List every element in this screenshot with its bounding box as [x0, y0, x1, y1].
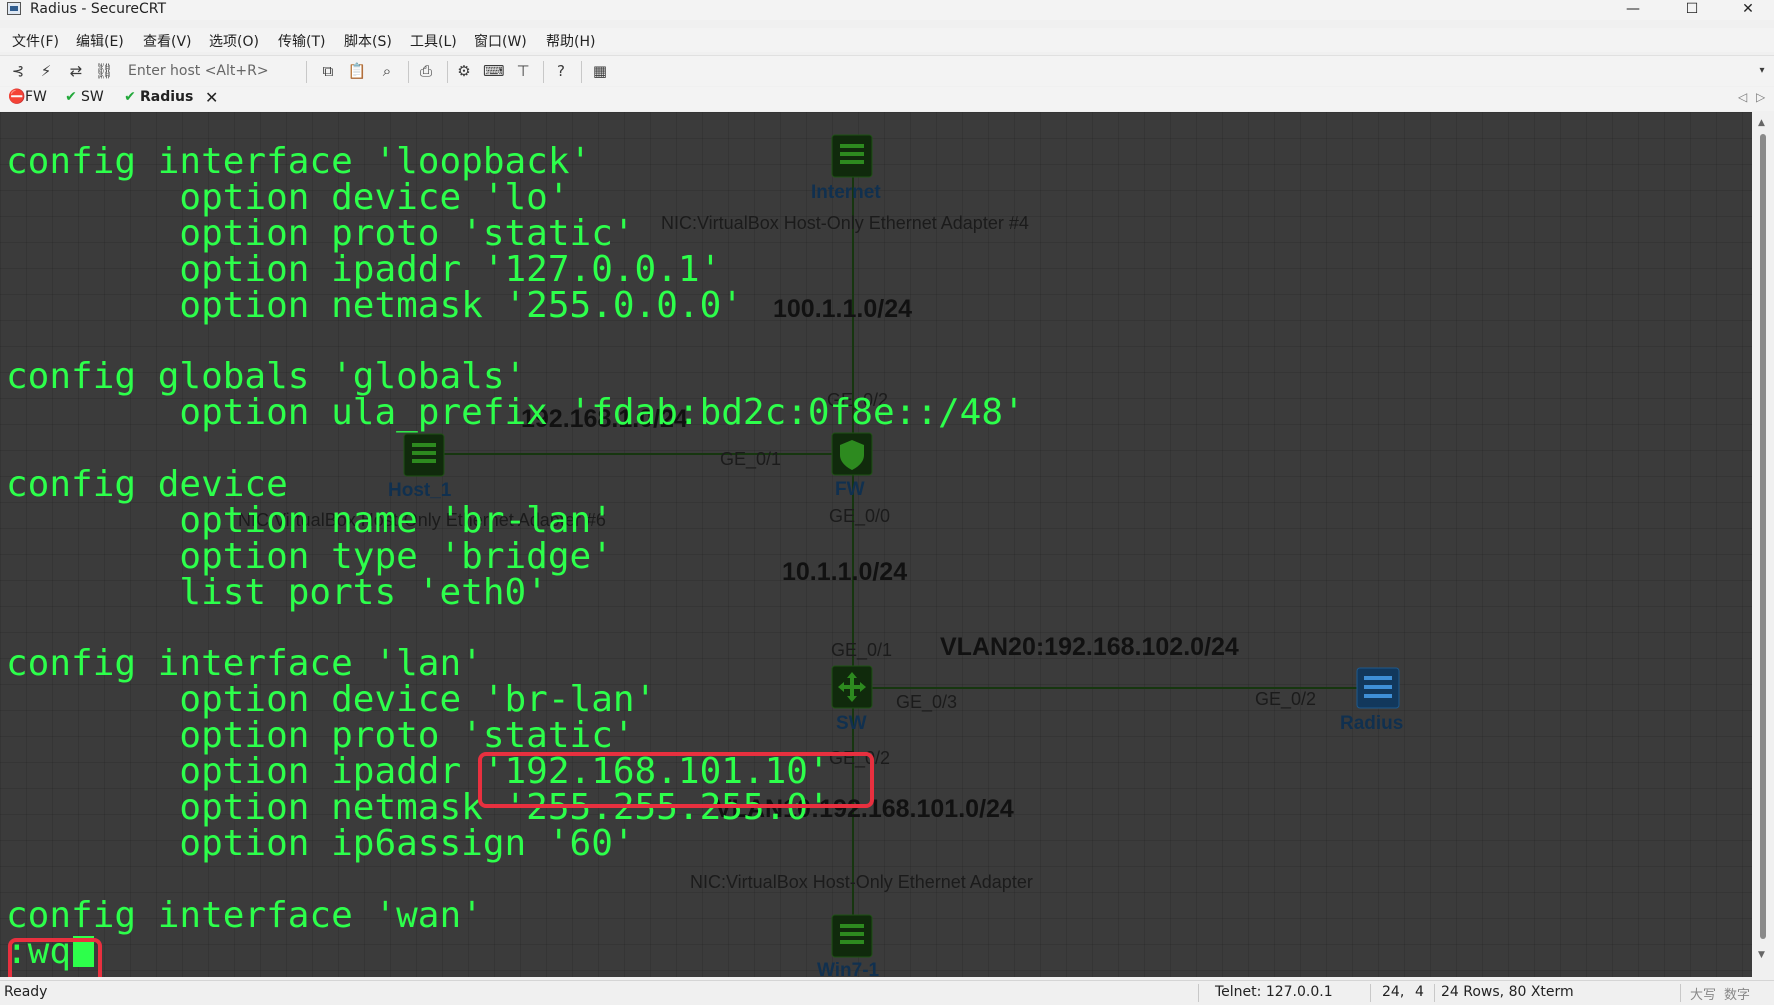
toolbar-divider	[447, 61, 448, 83]
quick-connect-icon[interactable]: ⚡	[36, 62, 56, 80]
toolbar-divider	[306, 61, 307, 83]
tab-scroll-right-icon[interactable]: ▷	[1756, 90, 1765, 104]
menu-file[interactable]: 文件(F)	[12, 31, 59, 51]
status-cursor-col: 4	[1415, 984, 1424, 1000]
window-title: Radius - SecureCRT	[30, 1, 167, 17]
menu-bar: 文件(F) 编辑(E) 查看(V) 选项(O) 传输(T) 脚本(S) 工具(L…	[0, 28, 1774, 52]
tab-radius[interactable]: ✔ Radius	[123, 89, 193, 109]
tab-sw[interactable]: ✔ SW	[64, 89, 104, 109]
menu-view[interactable]: 查看(V)	[143, 31, 192, 51]
tab-fw-label: FW	[25, 89, 47, 105]
enter-host-input[interactable]	[122, 60, 298, 82]
keymap-icon[interactable]: ⌨	[483, 62, 505, 80]
menu-tools[interactable]: 工具(L)	[410, 31, 457, 51]
tab-fw[interactable]: ⛔FW	[8, 89, 47, 109]
tab-radius-label: Radius	[140, 89, 194, 105]
session-manager-icon[interactable]: ▦	[590, 62, 610, 80]
title-bar: Radius - SecureCRT — ☐ ✕	[0, 0, 1774, 20]
status-terminal-size: 24 Rows, 80 Xterm	[1441, 984, 1574, 1000]
scroll-down-icon[interactable]: ▼	[1758, 950, 1765, 960]
session-tab-bar: ⛔FW ✔ SW ✔ Radius ✕ ◁ ▷	[0, 87, 1774, 111]
settings-gear-icon[interactable]: ⚙	[454, 62, 474, 80]
connect-icon[interactable]: ⊰	[8, 62, 28, 80]
menu-script[interactable]: 脚本(S)	[344, 31, 392, 51]
status-num-lock: 数字	[1724, 988, 1751, 1003]
find-icon[interactable]: ⌕	[377, 62, 397, 80]
toolbar-overflow-icon[interactable]: ▾	[1752, 62, 1772, 80]
terminal-line: option device 'br-lan'	[6, 679, 657, 721]
status-divider	[1434, 984, 1435, 1002]
check-status-icon: ✔	[65, 89, 77, 105]
menu-transfer[interactable]: 传输(T)	[278, 31, 325, 51]
toolbar-divider	[408, 61, 409, 83]
radius-server-icon	[1356, 667, 1400, 709]
terminal-line: option netmask '255.0.0.0'	[6, 284, 743, 326]
toolbar-divider	[581, 61, 582, 83]
menu-edit[interactable]: 编辑(E)	[76, 31, 124, 51]
terminal-line: option ip6assign '60'	[6, 822, 635, 864]
command-line: :wq	[6, 933, 1025, 970]
toolbar-divider	[543, 61, 544, 83]
status-divider	[1370, 984, 1371, 1002]
terminal-output: config interface 'loopback' option devic…	[6, 141, 1025, 970]
securecrt-app-icon	[7, 2, 21, 15]
paste-icon[interactable]: 📋	[347, 62, 367, 80]
copy-icon[interactable]: ⧉	[318, 62, 338, 80]
terminal-line: option proto 'static'	[6, 715, 635, 757]
toolbar: ⊰ ⚡ ⇄ ⛓ ⧉ 📋 ⌕ ⎙ ⚙ ⌨ ⊤ ? ▦ ▾	[0, 55, 1774, 86]
terminal-line: config device	[6, 464, 288, 506]
help-icon[interactable]: ?	[551, 62, 571, 80]
error-status-icon: ⛔	[8, 89, 26, 105]
menu-options[interactable]: 选项(O)	[209, 31, 259, 51]
terminal-line: option name 'br-lan'	[6, 499, 613, 541]
check-status-icon: ✔	[124, 89, 136, 105]
maximize-button[interactable]: ☐	[1664, 0, 1720, 20]
terminal-line: option ipaddr '127.0.0.1'	[6, 248, 722, 290]
terminal-line: config interface 'lan'	[6, 643, 483, 685]
terminal-line: config globals 'globals'	[6, 356, 527, 398]
connect-in-tab-icon[interactable]: ⇄	[66, 62, 86, 80]
print-icon[interactable]: ⎙	[416, 62, 436, 80]
status-connection: Telnet: 127.0.0.1	[1215, 984, 1333, 1000]
terminal-line: option ula_prefix 'fdab:bd2c:0f8e::/48'	[6, 392, 1025, 434]
status-divider	[1680, 984, 1681, 1002]
radius-label: Radius	[1340, 713, 1404, 734]
tab-sw-label: SW	[81, 89, 104, 105]
terminal-line: option proto 'static'	[6, 212, 635, 254]
tab-scroll-left-icon[interactable]: ◁	[1738, 90, 1747, 104]
close-tab-icon[interactable]: ✕	[205, 88, 218, 107]
terminal-line: config interface 'wan'	[6, 894, 483, 936]
minimize-button[interactable]: —	[1605, 0, 1661, 20]
menu-help[interactable]: 帮助(H)	[546, 31, 595, 51]
terminal-pane[interactable]: Internet NIC:VirtualBox Host-Only Ethern…	[0, 112, 1752, 977]
terminal-line: config interface 'loopback'	[6, 141, 592, 182]
status-ready: Ready	[4, 984, 48, 1000]
menu-window[interactable]: 窗口(W)	[474, 31, 527, 51]
ipaddr-highlight-box	[478, 752, 874, 808]
terminal-line: option type 'bridge'	[6, 535, 613, 577]
radius-port-ge02: GE_0/2	[1255, 689, 1317, 709]
scrollbar-thumb[interactable]	[1760, 134, 1766, 939]
terminal-line: list ports 'eth0'	[6, 571, 548, 613]
terminal-line: option device 'lo'	[6, 176, 570, 218]
status-bar: Ready Telnet: 127.0.0.1 24, 4 24 Rows, 8…	[0, 980, 1774, 1005]
status-caps-lock: 大写	[1690, 988, 1717, 1003]
status-divider	[1198, 984, 1199, 1002]
scroll-up-icon[interactable]: ▲	[1758, 118, 1765, 128]
command-highlight-box	[8, 938, 102, 977]
close-window-button[interactable]: ✕	[1720, 0, 1774, 20]
status-cursor-row: 24,	[1382, 984, 1405, 1000]
sftp-icon[interactable]: ⊤	[513, 62, 533, 80]
reconnect-icon[interactable]: ⛓	[94, 62, 114, 80]
terminal-scrollbar[interactable]: ▲ ▼	[1752, 112, 1774, 977]
